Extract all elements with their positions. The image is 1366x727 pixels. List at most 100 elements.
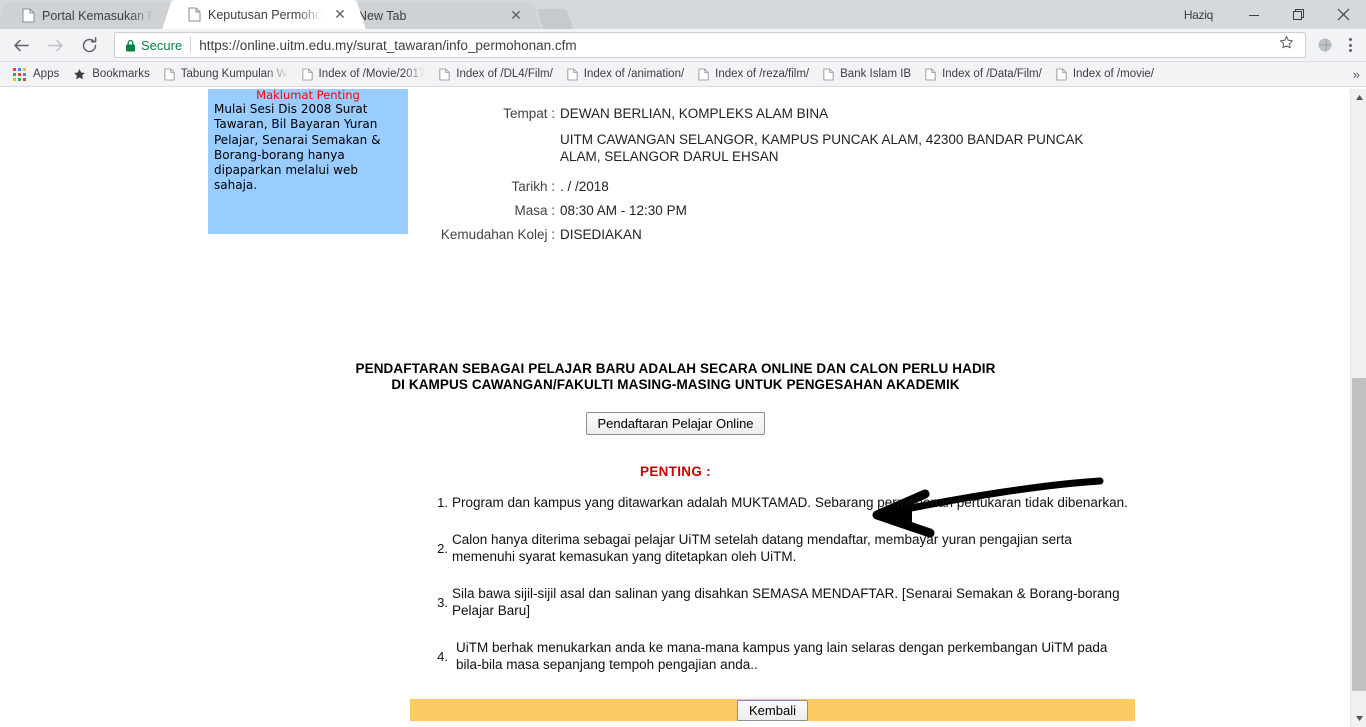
forward-icon[interactable] — [40, 30, 70, 60]
bookmark-item-tabung-kumpulan[interactable]: Tabung Kumpulan W — [157, 68, 295, 81]
detail-row-masa: Masa : 08:30 AM - 12:30 PM — [440, 203, 1120, 218]
bookmark-label: Index of /Movie/2017 — [318, 68, 426, 80]
extension-icon[interactable] — [1312, 37, 1338, 53]
list-item: 2. Calon hanya diterima sebagai pelajar … — [432, 531, 1132, 566]
page-icon — [823, 68, 834, 81]
detail-label: Tempat : — [503, 106, 555, 121]
bookmarks-bar: Apps Bookmarks Tabung Kumpulan W Index o… — [0, 62, 1366, 87]
bookmark-apps[interactable]: Apps — [6, 67, 66, 81]
page-scrollbar[interactable] — [1350, 89, 1366, 727]
close-icon[interactable]: ✕ — [508, 7, 524, 24]
register-button-container: Pendaftaran Pelajar Online — [0, 412, 1351, 435]
security-label: Secure — [141, 37, 183, 53]
list-item: 4. UiTM berhak menukarkan anda ke mana-m… — [432, 639, 1132, 674]
page-icon — [567, 68, 578, 81]
bookmark-item-index-movie[interactable]: Index of /movie/ — [1049, 68, 1161, 81]
list-item-text: Program dan kampus yang ditawarkan adala… — [452, 495, 1128, 510]
minimize-icon[interactable] — [1231, 0, 1276, 29]
browser-toolbar: Secure https://online.uitm.edu.my/surat_… — [0, 29, 1366, 62]
bookmark-item-index-reza-film[interactable]: Index of /reza/film/ — [691, 68, 816, 81]
back-icon[interactable] — [6, 30, 36, 60]
detail-label: Masa : — [514, 203, 555, 218]
detail-value: . / /2018 — [560, 179, 609, 194]
headline-line-1: PENDAFTARAN SEBAGAI PELAJAR BARU ADALAH … — [355, 361, 996, 376]
bookmark-item-index-movie-2017[interactable]: Index of /Movie/2017 — [295, 68, 433, 81]
reload-icon[interactable] — [74, 30, 104, 60]
page-viewport: Maklumat Penting Mulai Sesi Dis 2008 Sur… — [0, 89, 1366, 727]
page-icon — [164, 68, 175, 81]
list-item-text: Calon hanya diterima sebagai pelajar UiT… — [452, 531, 1072, 565]
important-notes-list: 1. Program dan kampus yang ditawarkan ad… — [432, 494, 1132, 693]
bookmark-item-bookmarks[interactable]: Bookmarks — [66, 68, 157, 81]
bookmark-item-index-data-film[interactable]: Index of /Data/Film/ — [918, 68, 1049, 81]
tab-title: Portal Kemasukan Pelajar — [42, 8, 154, 23]
profile-name[interactable]: Haziq — [1184, 8, 1213, 22]
browser-menu-icon[interactable] — [1338, 31, 1362, 59]
list-item-text: UiTM berhak menukarkan anda ke mana-mana… — [456, 639, 1108, 673]
new-tab-button[interactable] — [536, 9, 574, 29]
page-icon — [188, 7, 201, 22]
bookmark-label: Index of /reza/film/ — [715, 68, 810, 80]
bookmark-label: Index of /animation/ — [583, 68, 685, 80]
bottom-action-bar: Kembali — [410, 699, 1135, 721]
detail-label: Tarikh : — [511, 179, 555, 194]
infobox-body: Mulai Sesi Dis 2008 Surat Tawaran, Bil B… — [214, 102, 381, 193]
apps-grid-icon — [13, 67, 26, 81]
page-icon — [22, 8, 35, 23]
close-icon[interactable] — [1321, 0, 1366, 29]
page-headline: PENDAFTARAN SEBAGAI PELAJAR BARU ADALAH … — [0, 361, 1351, 393]
scrollbar-thumb[interactable] — [1352, 378, 1366, 691]
bookmarks-overflow-icon[interactable]: » — [1353, 62, 1360, 86]
offer-details: Tempat : DEWAN BERLIAN, KOMPLEKS ALAM BI… — [440, 106, 1120, 249]
scroll-down-icon[interactable] — [1351, 710, 1366, 727]
detail-row-tarikh: Tarikh : . / /2018 — [440, 179, 1120, 194]
maximize-icon[interactable] — [1276, 0, 1321, 29]
tab-title: New Tab — [358, 8, 407, 23]
tab-title: Keputusan Permohonan — [208, 7, 322, 22]
bookmark-label: Index of /Data/Film/ — [942, 68, 1042, 80]
detail-value: 08:30 AM - 12:30 PM — [560, 203, 687, 218]
headline-line-2: DI KAMPUS CAWANGAN/FAKULTI MASING-MASING… — [391, 377, 960, 392]
maklumat-penting-box: Maklumat Penting Mulai Sesi Dis 2008 Sur… — [208, 89, 408, 234]
detail-label: Kemudahan Kolej : — [440, 227, 555, 242]
close-icon[interactable]: ✕ — [332, 6, 348, 23]
bookmark-label: Apps — [33, 68, 60, 80]
kembali-button[interactable]: Kembali — [737, 699, 808, 721]
infobox-title: Maklumat Penting — [256, 89, 360, 102]
bookmark-label: Bank Islam IB — [840, 68, 912, 80]
list-item-number: 4. — [437, 648, 448, 664]
tab-portal-kemasukan-pelajar[interactable]: Portal Kemasukan Pelajar ✕ — [8, 2, 186, 29]
tab-keputusan-permohonan[interactable]: Keputusan Permohonan ✕ — [174, 0, 354, 29]
tab-new-tab[interactable]: New Tab ✕ — [342, 2, 530, 29]
bookmark-item-index-animation[interactable]: Index of /animation/ — [560, 68, 691, 81]
bookmark-label: Tabung Kumpulan W — [180, 68, 288, 80]
page-content: Maklumat Penting Mulai Sesi Dis 2008 Sur… — [0, 89, 1351, 727]
detail-value: DISEDIAKAN — [560, 227, 642, 242]
address-bar[interactable]: Secure https://online.uitm.edu.my/surat_… — [114, 32, 1306, 58]
bookmark-label: Bookmarks — [92, 68, 150, 80]
scroll-up-icon[interactable] — [1351, 89, 1366, 106]
page-icon — [439, 68, 450, 81]
list-item-text: Sila bawa sijil-sijil asal dan salinan y… — [452, 585, 1120, 619]
page-icon — [925, 68, 936, 81]
bookmark-label: Index of /DL4/Film/ — [456, 68, 553, 80]
detail-row-kemudahan-kolej: Kemudahan Kolej : DISEDIAKAN — [440, 227, 1120, 242]
pendaftaran-pelajar-online-button[interactable]: Pendaftaran Pelajar Online — [586, 412, 765, 435]
browser-window: Portal Kemasukan Pelajar ✕ Keputusan Per… — [0, 0, 1366, 727]
lock-icon — [125, 39, 136, 52]
detail-value-address: UITM CAWANGAN SELANGOR, KAMPUS PUNCAK AL… — [560, 132, 1084, 164]
detail-value-main: DEWAN BERLIAN, KOMPLEKS ALAM BINA — [560, 106, 829, 121]
bookmark-item-index-dl4-film[interactable]: Index of /DL4/Film/ — [432, 68, 560, 81]
list-item-number: 1. — [437, 495, 448, 511]
list-item: 3. Sila bawa sijil-sijil asal dan salina… — [432, 585, 1132, 620]
list-item-number: 2. — [437, 540, 448, 556]
url-text[interactable]: https://online.uitm.edu.my/surat_tawaran… — [199, 38, 576, 53]
detail-value: DEWAN BERLIAN, KOMPLEKS ALAM BINA UITM C… — [560, 106, 1120, 165]
page-icon — [1056, 68, 1067, 81]
list-item: 1. Program dan kampus yang ditawarkan ad… — [432, 494, 1132, 512]
bookmark-item-bank-islam-ib[interactable]: Bank Islam IB — [816, 68, 918, 81]
bookmark-star-icon[interactable] — [1274, 35, 1299, 55]
penting-heading: PENTING : — [640, 464, 711, 479]
tab-strip: Portal Kemasukan Pelajar ✕ Keputusan Per… — [0, 0, 1366, 29]
page-icon — [698, 68, 709, 81]
